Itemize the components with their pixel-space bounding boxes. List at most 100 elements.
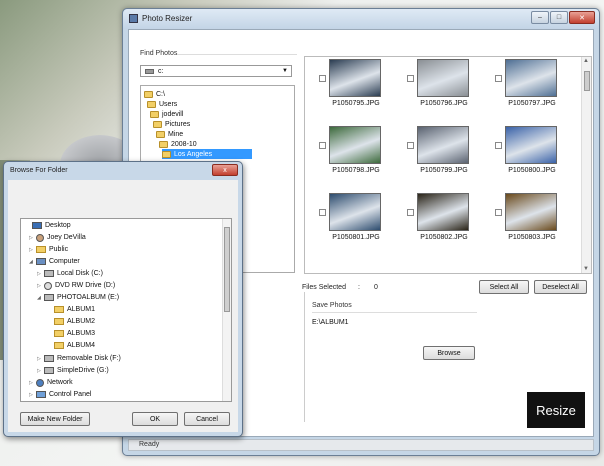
tree-node-selected[interactable]: Los Angeles — [162, 149, 253, 159]
photo-checkbox[interactable] — [319, 142, 326, 149]
close-button[interactable]: ✕ — [569, 11, 595, 24]
chevron-down-icon[interactable]: ◢ — [29, 259, 36, 265]
close-icon: ✕ — [579, 14, 585, 22]
minimize-icon: – — [538, 14, 542, 21]
chevron-right-icon[interactable]: ▷ — [37, 368, 44, 374]
group-divider — [177, 54, 297, 55]
maximize-button[interactable]: □ — [550, 11, 568, 24]
photo-thumbnail — [505, 126, 557, 164]
browse-button[interactable]: Browse — [423, 346, 475, 360]
tree-node[interactable]: 2008-10 — [159, 139, 197, 149]
photo-checkbox[interactable] — [407, 75, 414, 82]
title-bar[interactable]: Photo Resizer – □ ✕ — [123, 9, 599, 29]
dialog-title: Browse For Folder — [10, 167, 68, 174]
photo-thumbnail-grid[interactable]: P1050795.JPG P1050796.JPG P1050797.JPG P… — [304, 56, 592, 274]
files-selected-count: 0 — [374, 284, 378, 291]
folder-icon — [147, 100, 156, 108]
photo-checkbox[interactable] — [319, 75, 326, 82]
tree-node-photoalbum[interactable]: ◢ PHOTOALBUM (E:) — [37, 292, 119, 303]
folder-open-icon — [162, 150, 171, 158]
files-selected-label: Files Selected — [302, 284, 346, 291]
tree-node-control-panel[interactable]: ▷ Control Panel — [29, 389, 91, 400]
tree-node-user[interactable]: ▷ Joey DeVilla — [29, 232, 86, 243]
tree-node-simpledrive[interactable]: ▷ SimpleDrive (G:) — [37, 365, 109, 376]
photo-item[interactable]: P1050799.JPG — [407, 126, 487, 182]
tree-node-removable[interactable]: ▷ Removable Disk (F:) — [37, 353, 121, 364]
tree-node-dvd[interactable]: ▷ DVD RW Drive (D:) — [37, 280, 115, 291]
resize-button[interactable]: Resize — [527, 392, 585, 428]
cancel-button[interactable]: Cancel — [184, 412, 230, 426]
photo-item[interactable]: P1050801.JPG — [319, 193, 399, 249]
tree-node-computer[interactable]: ◢ Computer — [29, 256, 80, 267]
photo-thumbnail — [505, 59, 557, 97]
chevron-right-icon[interactable]: ▷ — [37, 283, 44, 289]
photo-checkbox[interactable] — [407, 209, 414, 216]
drive-select[interactable]: c: ▼ — [140, 65, 292, 77]
tree-node[interactable]: jodevill — [150, 109, 183, 119]
photo-item[interactable]: P1050797.JPG — [495, 59, 575, 115]
tree-node[interactable]: Pictures — [153, 119, 190, 129]
photo-thumbnail — [505, 193, 557, 231]
folder-icon — [153, 120, 162, 128]
tree-node-album2[interactable]: ALBUM2 — [47, 316, 95, 327]
tree-node[interactable]: Users — [147, 99, 177, 109]
chevron-right-icon[interactable]: ▷ — [29, 235, 36, 241]
maximize-icon: □ — [556, 14, 562, 21]
chevron-down-icon[interactable]: ◢ — [37, 295, 44, 301]
photo-thumbnail — [417, 59, 469, 97]
photo-item[interactable]: P1050796.JPG — [407, 59, 487, 115]
tree-node-network[interactable]: ▷ Network — [29, 377, 73, 388]
photo-checkbox[interactable] — [319, 209, 326, 216]
tree-node-public[interactable]: ▷ Public — [29, 244, 68, 255]
tree-node-album4[interactable]: ALBUM4 — [47, 340, 95, 351]
tree-node-desktop[interactable]: Desktop — [25, 220, 71, 231]
folder-icon — [144, 90, 153, 98]
thumbnail-scrollbar[interactable]: ▲ ▼ — [581, 57, 591, 273]
ok-button[interactable]: OK — [132, 412, 178, 426]
folder-tree-scrollbar[interactable] — [222, 219, 231, 401]
network-icon — [36, 378, 44, 387]
computer-icon — [36, 258, 46, 265]
tree-node-album3[interactable]: ALBUM3 — [47, 328, 95, 339]
scroll-down-icon[interactable]: ▼ — [583, 266, 589, 272]
chevron-down-icon: ▼ — [282, 68, 288, 74]
drive-icon — [44, 294, 54, 301]
make-new-folder-button[interactable]: Make New Folder — [20, 412, 90, 426]
tree-node-local-disk[interactable]: ▷ Local Disk (C:) — [37, 268, 103, 279]
minimize-button[interactable]: – — [531, 11, 549, 24]
tree-node[interactable]: C:\ — [144, 89, 165, 99]
find-photos-label: Find Photos — [140, 50, 178, 57]
photo-thumbnail — [417, 126, 469, 164]
tree-node-album1[interactable]: ALBUM1 — [47, 304, 95, 315]
tree-node[interactable]: Mine — [156, 129, 183, 139]
dialog-body: Desktop ▷ Joey DeVilla ▷ Public ◢ Computer … — [8, 180, 238, 432]
photo-checkbox[interactable] — [407, 142, 414, 149]
photo-checkbox[interactable] — [495, 209, 502, 216]
save-photos-label: Save Photos — [312, 302, 352, 309]
scrollbar-thumb[interactable] — [224, 227, 230, 312]
close-icon: x — [223, 166, 227, 174]
drive-icon — [145, 69, 154, 74]
photo-item[interactable]: P1050800.JPG — [495, 126, 575, 182]
photo-item[interactable]: P1050798.JPG — [319, 126, 399, 182]
scrollbar-thumb[interactable] — [584, 71, 590, 91]
chevron-right-icon[interactable]: ▷ — [37, 356, 44, 362]
scroll-up-icon[interactable]: ▲ — [583, 58, 589, 64]
chevron-right-icon[interactable]: ▷ — [29, 380, 36, 386]
chevron-right-icon[interactable]: ▷ — [29, 247, 36, 253]
photo-checkbox[interactable] — [495, 142, 502, 149]
chevron-right-icon[interactable]: ▷ — [37, 271, 44, 277]
photo-item[interactable]: P1050802.JPG — [407, 193, 487, 249]
drive-icon — [44, 270, 54, 277]
group-divider — [312, 312, 477, 313]
browse-for-folder-dialog: Browse For Folder x Desktop ▷ Joey DeVill… — [3, 161, 243, 437]
photo-checkbox[interactable] — [495, 75, 502, 82]
photo-item[interactable]: P1050795.JPG — [319, 59, 399, 115]
dialog-close-button[interactable]: x — [212, 164, 238, 176]
folder-browser-tree[interactable]: Desktop ▷ Joey DeVilla ▷ Public ◢ Computer … — [20, 218, 232, 402]
photo-item[interactable]: P1050803.JPG — [495, 193, 575, 249]
drive-icon — [44, 355, 54, 362]
chevron-right-icon[interactable]: ▷ — [29, 392, 36, 398]
user-icon — [36, 233, 44, 242]
files-selected: Files Selected : 0 — [302, 284, 378, 291]
